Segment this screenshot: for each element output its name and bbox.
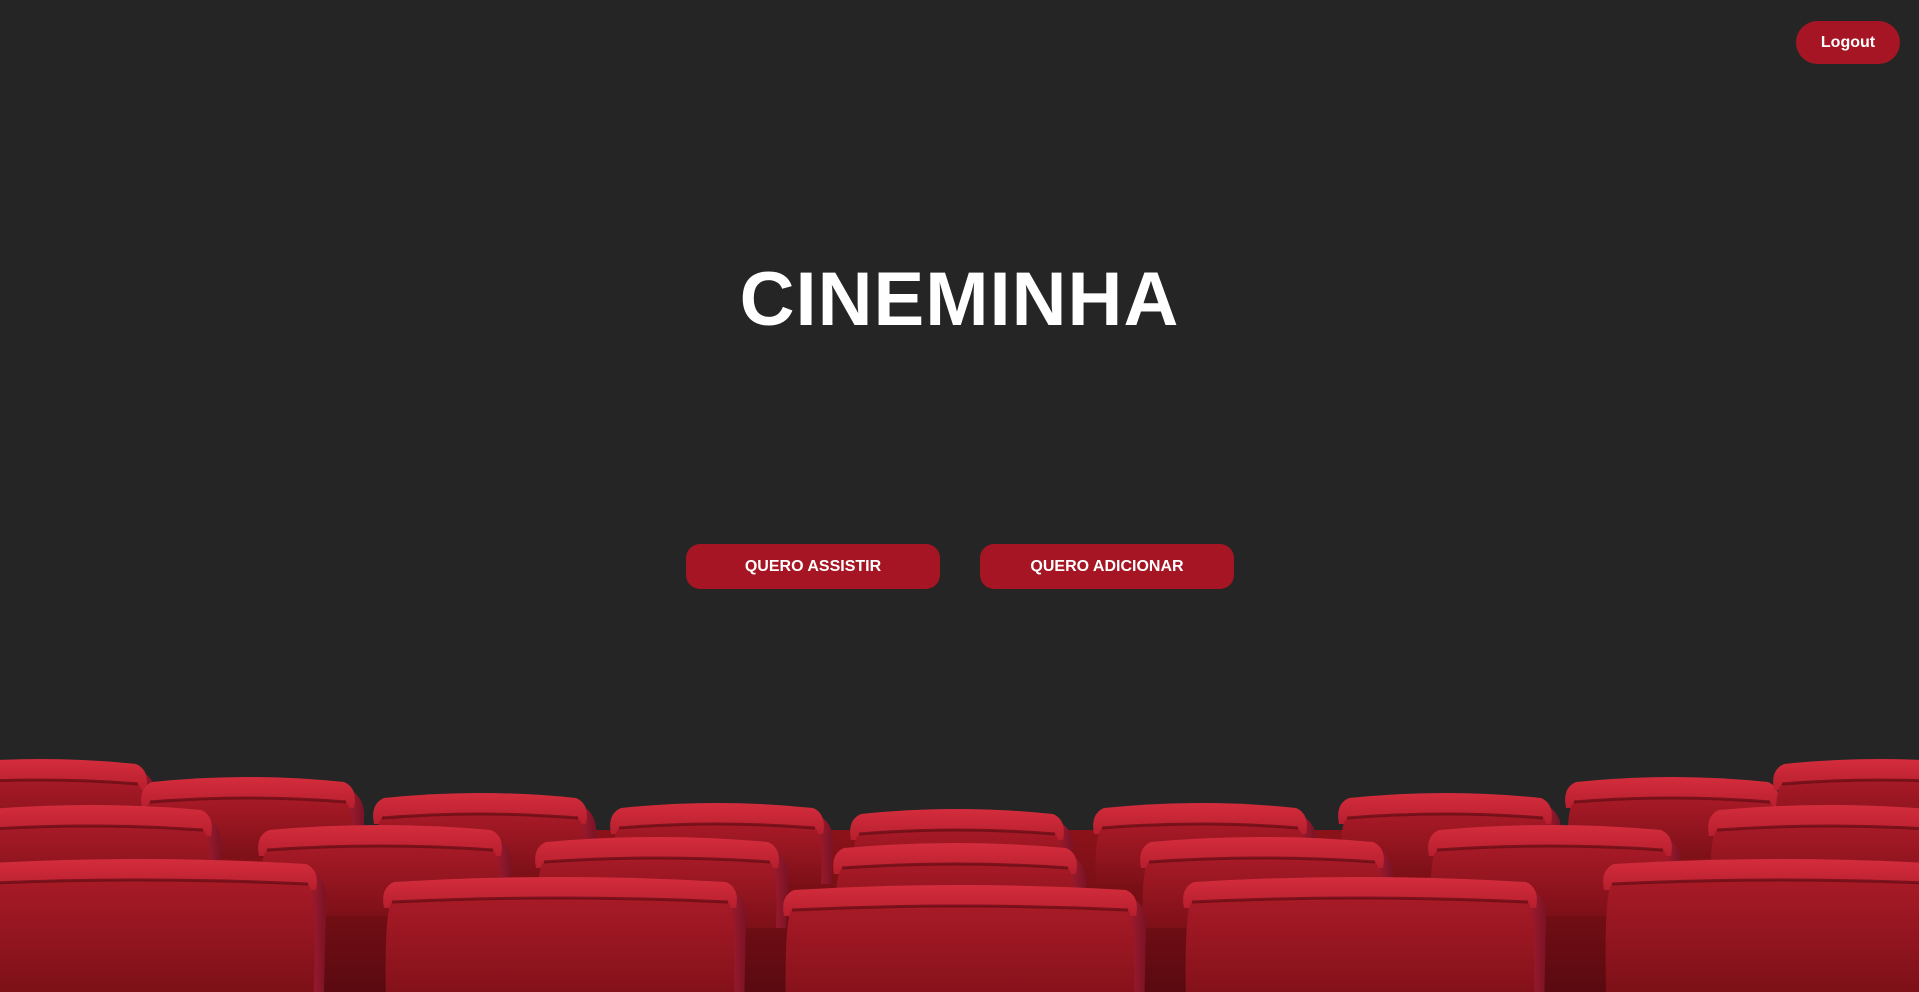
- seat: [783, 885, 1147, 992]
- seat: [1603, 859, 1919, 992]
- seat: [383, 877, 747, 992]
- logout-button[interactable]: Logout: [1796, 21, 1900, 64]
- home-page: Logout CINEMINHA QUERO ASSISTIR QUERO AD…: [0, 0, 1919, 992]
- seat: [0, 859, 327, 992]
- cinema-seats-illustration: [0, 759, 1919, 992]
- seat: [1183, 877, 1547, 992]
- want-to-add-button[interactable]: QUERO ADICIONAR: [980, 544, 1234, 589]
- page-title: CINEMINHA: [739, 257, 1180, 342]
- want-to-watch-button[interactable]: QUERO ASSISTIR: [686, 544, 940, 589]
